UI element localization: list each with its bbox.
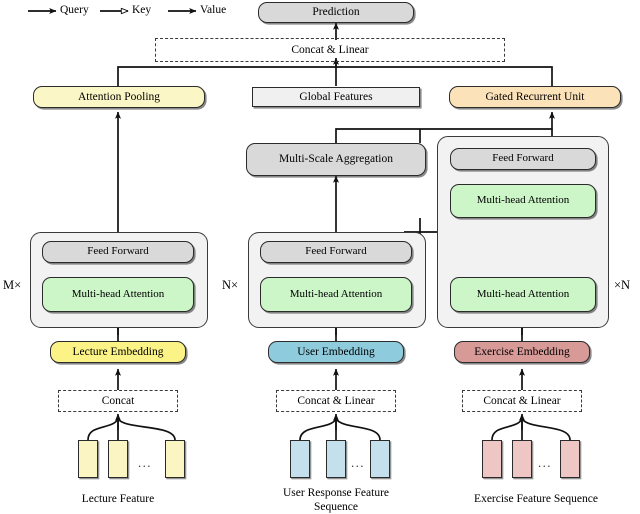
node-concat-left[interactable]: Concat (58, 390, 178, 412)
node-concat-linear-right[interactable]: Concat & Linear (462, 390, 582, 412)
caption-user-feature-line1: User Response Feature (282, 487, 390, 499)
exercise-ellipsis: ... (538, 455, 552, 470)
exercise-feature-bar (482, 440, 502, 478)
node-user-embedding[interactable]: User Embedding (268, 341, 404, 363)
node-multi-scale-aggregation[interactable]: Multi-Scale Aggregation (246, 143, 426, 176)
user-feature-bar (370, 440, 390, 478)
repeat-label-left: M× (3, 278, 22, 292)
node-prediction[interactable]: Prediction (258, 2, 414, 23)
caption-lecture-feature: Lecture Feature (81, 493, 155, 505)
node-global-features[interactable]: Global Features (252, 87, 420, 107)
caption-user-feature-line2: Sequence (313, 501, 359, 513)
user-feature-bar (290, 440, 310, 478)
legend-label-query: Query (60, 4, 89, 16)
node-feed-forward-middle[interactable]: Feed Forward (260, 241, 412, 263)
node-feed-forward-left[interactable]: Feed Forward (42, 241, 194, 263)
node-multi-head-attention-left[interactable]: Multi-head Attention (42, 277, 194, 312)
node-multi-head-attention-right-upper[interactable]: Multi-head Attention (450, 184, 596, 218)
lecture-ellipsis: ... (138, 455, 152, 470)
exercise-feature-bar (560, 440, 580, 478)
user-feature-bar (326, 440, 346, 478)
lecture-feature-bar (165, 440, 185, 478)
lecture-feature-bar (108, 440, 128, 478)
node-multi-head-attention-right-lower[interactable]: Multi-head Attention (450, 277, 596, 312)
node-exercise-embedding[interactable]: Exercise Embedding (454, 341, 590, 363)
node-multi-head-attention-middle[interactable]: Multi-head Attention (260, 277, 412, 312)
exercise-feature-bar (512, 440, 532, 478)
node-attention-pooling[interactable]: Attention Pooling (33, 86, 205, 108)
node-gated-recurrent-unit[interactable]: Gated Recurrent Unit (449, 86, 621, 108)
user-ellipsis: ... (351, 455, 365, 470)
legend-label-key: Key (132, 4, 152, 16)
diagram-canvas: Query Key Value Prediction Concat & Line… (0, 0, 640, 513)
node-concat-linear-middle[interactable]: Concat & Linear (276, 390, 396, 412)
caption-exercise-feature: Exercise Feature Sequence (474, 493, 598, 505)
repeat-label-middle: N× (222, 278, 239, 292)
node-feed-forward-right[interactable]: Feed Forward (450, 148, 596, 170)
node-lecture-embedding[interactable]: Lecture Embedding (50, 341, 186, 363)
legend-label-value: Value (200, 4, 227, 16)
repeat-label-right: ×N (614, 278, 631, 292)
lecture-feature-bar (78, 440, 98, 478)
node-concat-linear-top[interactable]: Concat & Linear (155, 38, 505, 62)
